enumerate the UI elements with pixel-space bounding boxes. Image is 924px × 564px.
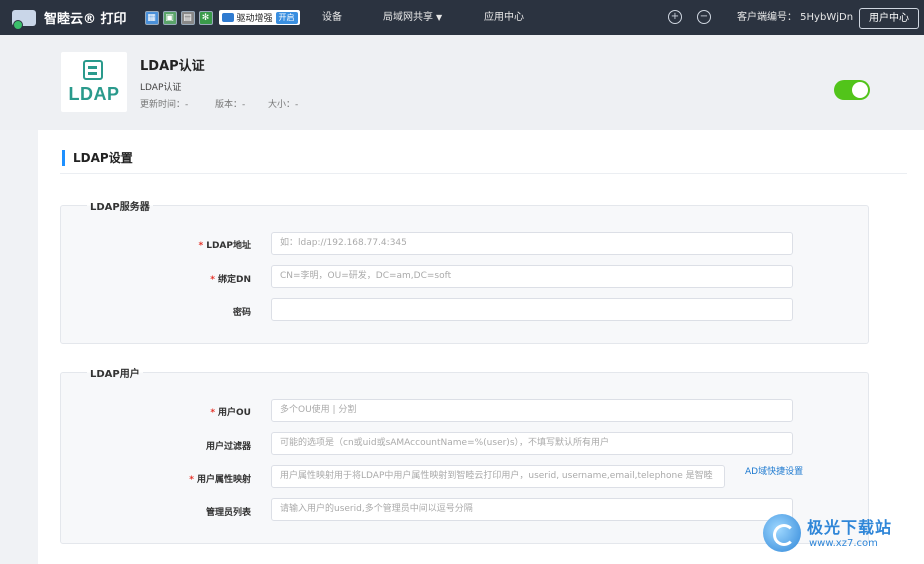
app-header: LDAP LDAP认证 LDAP认证 更新时间：- 版本：- 大小：-: [0, 35, 924, 130]
attr-mapping-input[interactable]: 用户属性映射用于将LDAP中用户属性映射到智睦云打印用户，userid, use…: [271, 465, 725, 488]
caret-down-icon: ▼: [436, 13, 443, 22]
user-filter-input[interactable]: 可能的选项是（cn或uid或sAMAccountName=%(user)s），不…: [271, 432, 793, 455]
divider: [60, 173, 907, 174]
car-icon: [221, 13, 234, 22]
watermark-name: 极光下载站: [807, 518, 893, 537]
zoom-out-icon[interactable]: −: [697, 10, 711, 24]
app-size: 大小：-: [268, 100, 299, 110]
brand[interactable]: 智睦云® 打印: [10, 6, 127, 30]
password-label: 密码: [232, 308, 251, 318]
brand-name: 智睦云® 打印: [44, 12, 127, 27]
client-id: 客户端编号： 5HybWjDn: [737, 12, 854, 23]
nav-app-center[interactable]: 应用中心: [484, 0, 524, 35]
calculator-icon[interactable]: ▦: [144, 10, 159, 25]
monitor-icon[interactable]: ▣: [162, 10, 177, 25]
ldap-user-legend: LDAP用户: [87, 365, 143, 380]
tool-icons: ▦ ▣ ▤ ✻: [144, 10, 213, 25]
ldap-logo-text: LDAP: [68, 84, 120, 104]
zoom-in-icon[interactable]: +: [668, 10, 682, 24]
user-ou-label: * 用户OU: [210, 408, 251, 418]
user-filter-label: 用户过滤器: [205, 442, 251, 452]
user-ou-input[interactable]: 多个OU使用 | 分割: [271, 399, 793, 422]
scanner-icon[interactable]: ▤: [180, 10, 195, 25]
nav-lan-share[interactable]: 局域网共享 ▼: [383, 0, 442, 35]
watermark: 极光下载站 www.xz7.com: [763, 512, 913, 556]
bind-dn-label: * 绑定DN: [210, 275, 251, 285]
app-subtitle: LDAP认证: [140, 83, 182, 93]
document-icon: [83, 60, 103, 80]
admin-list-input[interactable]: 请输入用户的userid,多个管理员中间以逗号分隔: [271, 498, 793, 521]
driver-label: 驱动增强: [236, 14, 273, 24]
ad-quick-setup-link[interactable]: AD域快捷设置: [745, 464, 803, 477]
admin-list-label: 管理员列表: [205, 508, 251, 518]
toggle-knob: [852, 82, 868, 98]
driver-enhance-toggle[interactable]: 驱动增强 开启: [218, 10, 300, 25]
app-title: LDAP认证: [140, 59, 205, 74]
section-title: LDAP设置: [62, 150, 133, 166]
driver-status-badge: 开启: [275, 11, 298, 24]
attr-mapping-label: * 用户属性映射: [189, 475, 251, 485]
ldap-address-input[interactable]: 如：ldap://192.168.77.4:345: [271, 232, 793, 255]
ldap-logo: LDAP: [61, 52, 127, 112]
watermark-url: www.xz7.com: [809, 538, 878, 549]
app-updated: 更新时间：-: [140, 100, 189, 110]
printer-cloud-icon: [10, 6, 40, 30]
app-version: 版本：-: [215, 100, 246, 110]
ldap-address-label: * LDAP地址: [198, 241, 252, 251]
password-input[interactable]: [271, 298, 793, 321]
ldap-server-legend: LDAP服务器: [87, 198, 153, 213]
gear-icon[interactable]: ✻: [198, 10, 213, 25]
user-center-button[interactable]: 用户中心: [859, 8, 919, 29]
ldap-server-group: LDAP服务器 * LDAP地址 如：ldap://192.168.77.4:34…: [60, 198, 869, 344]
nav-lan-share-label: 局域网共享: [383, 12, 433, 23]
nav-devices[interactable]: 设备: [322, 0, 342, 35]
enable-toggle[interactable]: [834, 80, 870, 100]
settings-panel: LDAP设置 LDAP服务器 * LDAP地址 如：ldap://192.168.…: [38, 130, 924, 564]
bind-dn-input[interactable]: CN=李明，OU=研发，DC=am,DC=soft: [271, 265, 793, 288]
aurora-logo-icon: [763, 514, 801, 552]
ldap-user-group: LDAP用户 * 用户OU 多个OU使用 | 分割 用户过滤器 可能的选项是（cn…: [60, 365, 869, 544]
